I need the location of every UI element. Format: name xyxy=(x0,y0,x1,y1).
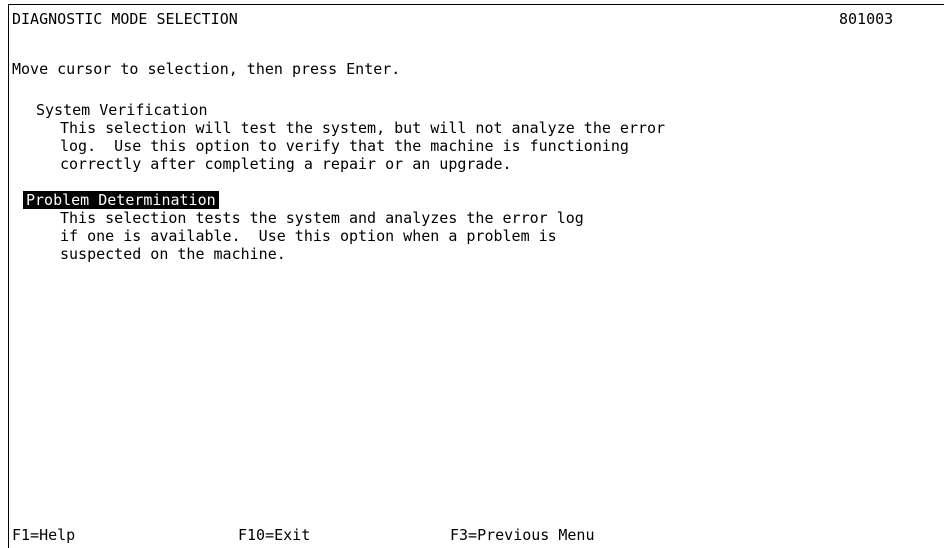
page-title: DIAGNOSTIC MODE SELECTION xyxy=(12,10,238,28)
instruction-text: Move cursor to selection, then press Ent… xyxy=(12,60,401,78)
f10-exit-key[interactable]: F10=Exit xyxy=(238,526,310,544)
terminal-screen: DIAGNOSTIC MODE SELECTION 801003 Move cu… xyxy=(8,4,944,548)
f3-previous-menu-key[interactable]: F3=Previous Menu xyxy=(450,526,595,544)
option-label-highlighted[interactable]: Problem Determination xyxy=(23,191,219,209)
option-description: This selection tests the system and anal… xyxy=(60,209,584,263)
screen-code: 801003 xyxy=(839,10,894,28)
option-description: This selection will test the system, but… xyxy=(60,119,666,173)
f1-help-key[interactable]: F1=Help xyxy=(12,526,75,544)
option-label[interactable]: System Verification xyxy=(33,101,211,119)
